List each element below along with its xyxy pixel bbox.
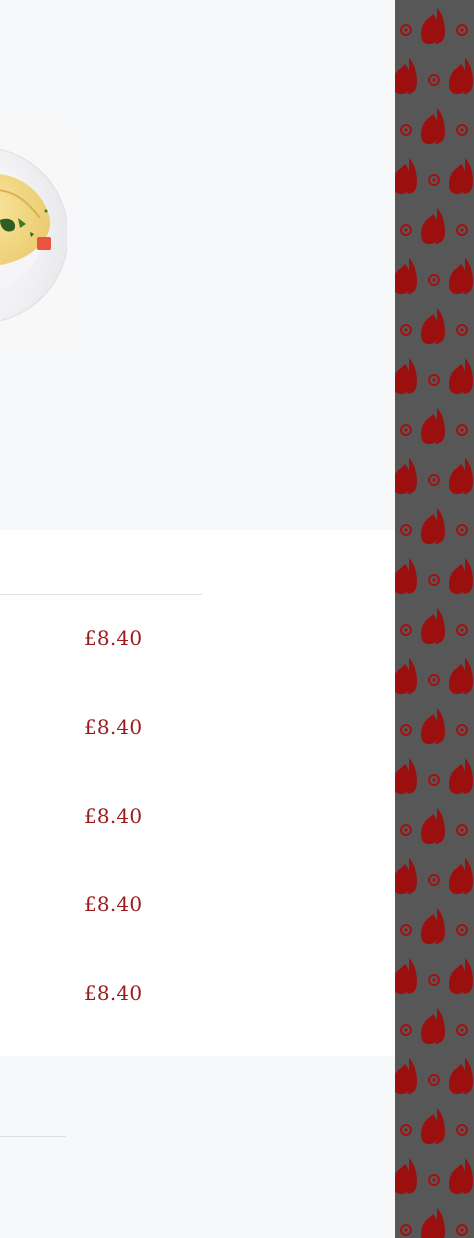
red-leaf-pattern-icon bbox=[395, 0, 474, 1238]
divider bbox=[0, 594, 202, 595]
menu-item-price: £8.40 bbox=[84, 892, 143, 916]
menu-card: £8.40 £8.40 £8.40 £8.40 £8.40 bbox=[0, 530, 425, 1056]
menu-item-price: £8.40 bbox=[84, 715, 143, 739]
menu-item-price: £8.40 bbox=[84, 981, 143, 1005]
menu-item-price: £8.40 bbox=[84, 626, 143, 650]
page: £8.40 £8.40 £8.40 £8.40 £8.40 bbox=[0, 0, 474, 1238]
decorative-pattern bbox=[395, 0, 474, 1238]
divider bbox=[0, 1136, 66, 1137]
menu-item-price: £8.40 bbox=[84, 804, 143, 828]
dish-photo bbox=[0, 120, 67, 350]
